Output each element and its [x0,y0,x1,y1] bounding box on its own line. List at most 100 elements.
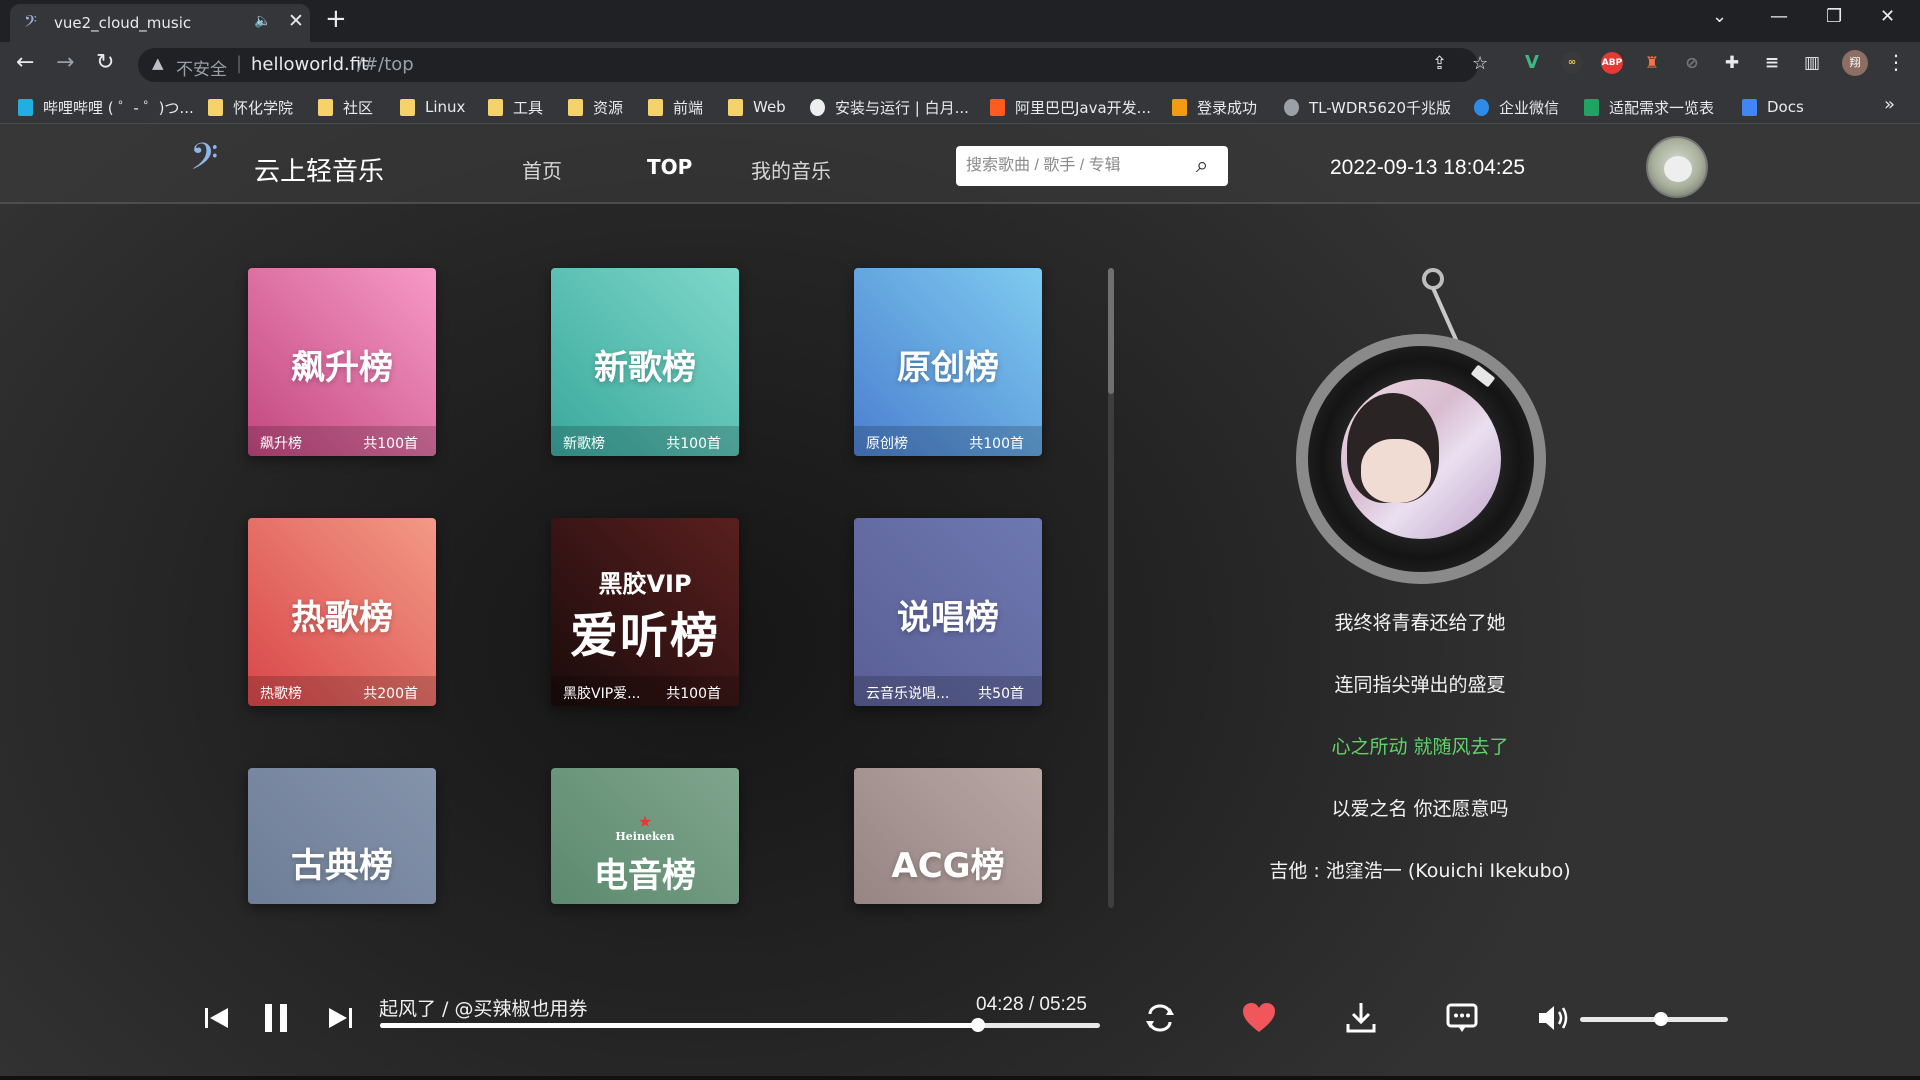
progress-handle[interactable] [970,1018,985,1032]
chart-count: 共100首 [363,436,418,452]
bookmark-folder[interactable]: 工具 [488,96,543,118]
chart-card-title: 原创榜 [897,348,999,388]
side-panel-icon[interactable]: ▥ [1801,52,1823,74]
close-tab-icon[interactable]: ✕ [288,10,304,32]
bookmark-folder[interactable]: 怀化学院 [208,96,293,118]
extension-icon[interactable]: ⊘ [1681,52,1703,74]
globe-icon [1284,98,1299,116]
bookmark-item[interactable]: Docs [1742,96,1804,118]
minimize-icon[interactable]: — [1770,6,1788,27]
puzzle-icon[interactable]: ✚ [1721,52,1743,74]
bass-clef-icon: 𝄢 [24,11,37,35]
next-track-icon[interactable] [327,1004,355,1032]
menu-icon[interactable]: ⋮ [1886,50,1906,74]
adblock-icon[interactable]: ABP [1601,52,1623,74]
volume-icon[interactable] [1537,1002,1571,1034]
scrollbar-thumb[interactable] [1108,268,1114,394]
bookmark-item[interactable]: 安装与运行 | 白月... [810,96,969,118]
chart-card-title: 热歌榜 [291,598,393,638]
bookmark-label: 前端 [673,98,704,117]
volume-handle[interactable] [1654,1012,1669,1026]
cover-art-face [1361,439,1431,503]
folder-icon [318,98,333,116]
close-window-icon[interactable]: ✕ [1880,6,1895,27]
chart-card-title: 爱听榜 [569,608,720,664]
music-app: 𝄢 云上轻音乐 首页 TOP 我的音乐 ⌕ 2022-09-13 18:04:2… [0,124,1920,1080]
tab-search-icon[interactable]: ⌄ [1712,6,1727,27]
scrollbar[interactable] [1108,268,1114,908]
url-separator: | [236,53,243,74]
reading-list-icon[interactable]: ≡ [1761,52,1783,74]
chart-card-footer: 飙升榜 共100首 [248,426,436,456]
volume-slider[interactable] [1580,1012,1728,1026]
brand-logo-text: Heineken [615,830,675,843]
bookmark-item[interactable]: 企业微信 [1474,96,1559,118]
folder-icon [488,98,503,116]
chart-card-title: 说唱榜 [897,598,999,638]
previous-track-icon[interactable] [202,1004,230,1032]
chart-card[interactable]: 古典榜 [248,768,436,904]
chart-card[interactable]: 飙升榜 飙升榜 共100首 [248,268,436,456]
chart-card-title: 古典榜 [291,846,393,886]
bilibili-icon [18,98,33,116]
lyric-line: 吉他 : 池窪浩一 (Kouichi Ikekubo) [1269,860,1571,882]
extension-icon[interactable]: ♜ [1641,52,1663,74]
new-tab-icon[interactable]: + [325,4,347,34]
tab-title: vue2_cloud_music [54,14,192,32]
reload-icon[interactable]: ↻ [96,50,114,75]
chart-name: 黑胶VIP爱... [563,686,641,702]
restore-icon[interactable]: ❐ [1826,6,1842,27]
speaker-icon[interactable]: 🔈 [254,13,271,29]
chart-card-footer: 热歌榜 共200首 [248,676,436,706]
docs-icon [1742,98,1757,116]
progress-bar[interactable] [380,1018,1100,1032]
chart-card[interactable]: 热歌榜 热歌榜 共200首 [248,518,436,706]
chart-card-title: ACG榜 [891,846,1005,886]
bookmark-star-icon[interactable]: ☆ [1472,53,1488,74]
chart-card[interactable]: ★ Heineken 电音榜 [551,768,739,904]
profile-avatar[interactable]: 翔 [1842,50,1868,76]
bookmark-folder[interactable]: 资源 [568,96,623,118]
heart-icon[interactable] [1242,1002,1276,1034]
vip-brand-title: 黑胶VIP [598,570,692,598]
download-icon[interactable] [1345,1000,1377,1034]
bookmark-folder[interactable]: Web [728,96,786,118]
bookmark-label: 怀化学院 [233,98,294,117]
bookmark-item[interactable]: TL-WDR5620千兆版 [1284,96,1451,118]
bookmark-folder[interactable]: Linux [400,96,465,118]
share-icon[interactable]: ⇪ [1432,53,1447,74]
chart-card[interactable]: 原创榜 原创榜 共100首 [854,268,1042,456]
pause-icon[interactable] [263,1000,289,1036]
bookmark-folder[interactable]: 前端 [648,96,703,118]
bookmarks-bar: 哔哩哔哩 ( ゜- ゜)つ... 怀化学院 社区 Linux 工具 资源 前端 … [0,88,1920,124]
bookmark-item[interactable]: 适配需求一览表 [1584,96,1714,118]
progress-fill [380,1023,978,1028]
bookmark-item[interactable]: 登录成功 [1172,96,1257,118]
lyrics-toggle-icon[interactable] [1446,1002,1478,1034]
loop-icon[interactable] [1142,1000,1178,1036]
forward-icon[interactable]: → [56,50,74,75]
bookmark-item[interactable]: 哔哩哔哩 ( ゜- ゜)つ... [18,96,194,118]
bookmark-folder[interactable]: 社区 [318,96,373,118]
chart-name: 云音乐说唱... [866,686,950,702]
bookmarks-overflow-icon[interactable]: » [1884,94,1895,115]
back-icon[interactable]: ← [16,50,34,75]
extension-icon[interactable]: ∞ [1561,52,1583,74]
chart-card-footer: 新歌榜 共100首 [551,426,739,456]
chart-card[interactable]: 说唱榜 云音乐说唱... 共50首 [854,518,1042,706]
search-icon[interactable]: ⌕ [1196,153,1208,178]
lyric-line-current: 心之所动 就随风去了 [1331,736,1509,758]
address-bar[interactable]: ▲ 不安全 | helloworld.fit /#/top ⇪ ☆ [138,48,1488,82]
chart-card[interactable]: 黑胶VIP 爱听榜 黑胶VIP爱... 共100首 [551,518,739,706]
chart-card[interactable]: 新歌榜 新歌榜 共100首 [551,268,739,456]
browser-tab[interactable]: 𝄢 vue2_cloud_music 🔈 ✕ [10,4,310,42]
user-avatar[interactable] [1646,136,1708,198]
bookmark-label: Linux [425,98,466,116]
lyric-line: 我终将青春还给了她 [1334,612,1506,634]
bookmark-item[interactable]: 阿里巴巴Java开发... [990,96,1151,118]
vue-devtools-icon[interactable]: V [1521,52,1543,74]
warning-icon[interactable]: ▲ [152,54,164,72]
playback-time: 04:28 / 05:25 [976,994,1087,1015]
datetime-display: 2022-09-13 18:04:25 [1330,156,1525,179]
chart-card[interactable]: ACG榜 [854,768,1042,904]
